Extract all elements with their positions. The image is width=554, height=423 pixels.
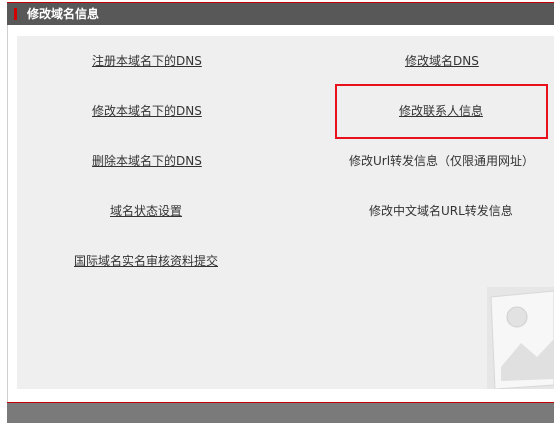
header-marker [14, 8, 17, 20]
modify-sub-dns-link[interactable]: 修改本域名下的DNS [92, 103, 202, 119]
url-forward-option[interactable]: 修改Url转发信息（仅限通用网址） [349, 153, 534, 169]
cn-url-forward-option[interactable]: 修改中文域名URL转发信息 [369, 203, 513, 219]
section-header: 修改域名信息 [7, 2, 554, 25]
delete-sub-dns-link[interactable]: 删除本域名下的DNS [92, 153, 202, 169]
page: 修改域名信息 注册本域名下的DNS 修改域名DNS 修改本域名下的DNS 修改联… [0, 0, 554, 423]
domain-status-link[interactable]: 域名状态设置 [110, 203, 182, 219]
realname-submit-link[interactable]: 国际域名实名审核资料提交 [74, 253, 218, 269]
highlight-box [335, 84, 548, 139]
image-placeholder-icon [487, 287, 554, 389]
register-dns-link[interactable]: 注册本域名下的DNS [92, 53, 202, 69]
section-title: 修改域名信息 [27, 7, 100, 21]
footer-bar [7, 402, 554, 423]
modify-domain-dns-link[interactable]: 修改域名DNS [405, 53, 479, 69]
